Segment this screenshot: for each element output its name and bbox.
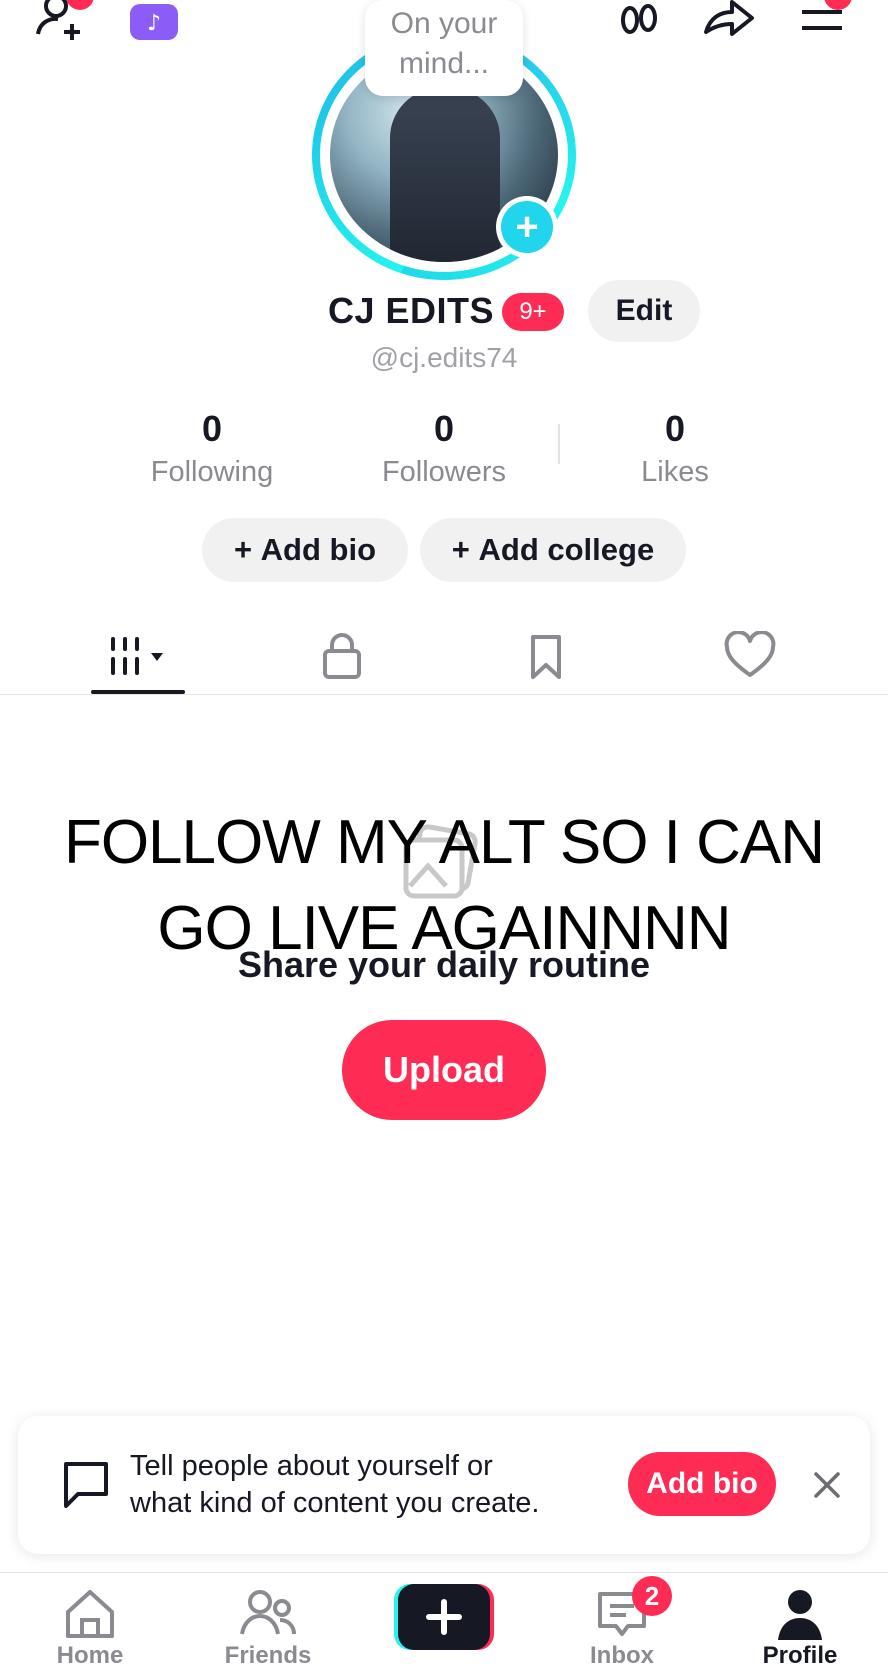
nav-home[interactable]: Home bbox=[10, 1582, 170, 1668]
stat-followers[interactable]: 0 Followers bbox=[344, 408, 544, 489]
stat-likes[interactable]: 0 Likes bbox=[575, 408, 775, 489]
edit-profile-button[interactable]: Edit bbox=[588, 280, 700, 342]
nav-friends[interactable]: Friends bbox=[188, 1582, 348, 1668]
svg-text:♪: ♪ bbox=[147, 11, 161, 36]
stat-label: Followers bbox=[381, 456, 507, 488]
stat-value: 0 bbox=[664, 408, 686, 449]
display-name: CJ EDITS bbox=[328, 290, 495, 331]
lock-icon bbox=[323, 633, 361, 679]
divider bbox=[558, 424, 560, 464]
bookmark-icon bbox=[531, 635, 561, 679]
tab-liked[interactable] bbox=[648, 620, 852, 692]
nav-inbox[interactable]: Inbox bbox=[542, 1582, 702, 1668]
profile-icon bbox=[778, 1590, 822, 1640]
upload-button[interactable]: Upload bbox=[342, 1020, 546, 1120]
bio-add-button[interactable]: Add bio bbox=[628, 1452, 776, 1516]
add-friend-icon[interactable] bbox=[30, 0, 94, 48]
empty-state-title: Share your daily routine bbox=[237, 944, 651, 985]
tiktok-coin-icon[interactable]: ♪ bbox=[124, 0, 184, 48]
plus-icon bbox=[394, 1584, 494, 1650]
close-icon[interactable] bbox=[802, 1460, 852, 1510]
add-story-button[interactable]: + bbox=[496, 196, 558, 258]
plus-icon: + bbox=[233, 532, 261, 567]
videos-grid-icon bbox=[111, 637, 163, 675]
nav-profile[interactable]: Profile bbox=[720, 1582, 880, 1668]
divider bbox=[0, 1572, 888, 1573]
stat-label: Likes bbox=[641, 456, 709, 488]
status-bubble[interactable]: On your mind... bbox=[365, 0, 523, 96]
add-bio-button[interactable]: + Add bio bbox=[202, 518, 408, 582]
heart-icon bbox=[724, 631, 776, 677]
plus-icon: + bbox=[451, 532, 479, 567]
notification-badge: 9+ bbox=[502, 293, 564, 331]
chat-bubble-icon bbox=[58, 1456, 114, 1512]
inbox-badge: 2 bbox=[632, 1576, 672, 1616]
add-college-button[interactable]: + Add college bbox=[420, 518, 686, 582]
stat-label: Following bbox=[150, 456, 274, 488]
tab-private[interactable] bbox=[240, 620, 444, 692]
footprints-icon[interactable] bbox=[608, 0, 668, 48]
share-icon[interactable] bbox=[698, 0, 758, 48]
create-button[interactable] bbox=[394, 1584, 494, 1650]
divider bbox=[0, 694, 888, 695]
stat-value: 0 bbox=[433, 408, 455, 449]
username: @cj.edits74 bbox=[370, 342, 518, 373]
tab-videos[interactable] bbox=[36, 620, 240, 692]
stat-following[interactable]: 0 Following bbox=[112, 408, 312, 489]
bio-prompt-card: Tell people about yourself or what kind … bbox=[18, 1416, 870, 1554]
stat-value: 0 bbox=[201, 408, 223, 449]
plus-icon: + bbox=[501, 201, 553, 253]
tab-saved[interactable] bbox=[444, 620, 648, 692]
friends-icon bbox=[240, 1590, 296, 1635]
bio-prompt-text: Tell people about yourself or what kind … bbox=[130, 1450, 540, 1519]
menu-icon[interactable] bbox=[792, 0, 852, 48]
home-icon bbox=[66, 1590, 114, 1638]
